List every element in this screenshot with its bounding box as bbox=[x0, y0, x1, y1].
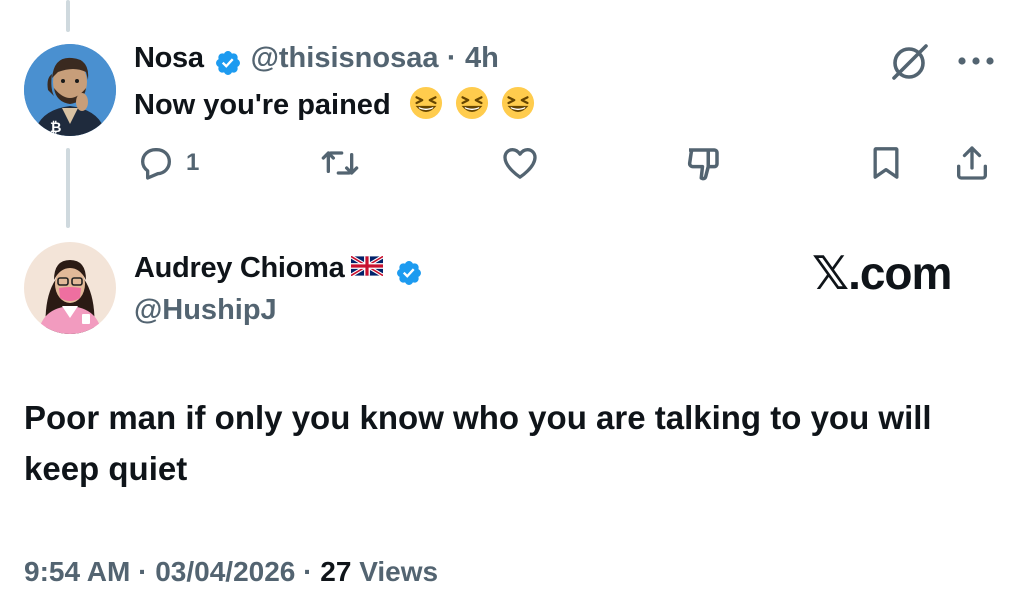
views-label[interactable]: Views bbox=[359, 556, 438, 587]
repost-button[interactable] bbox=[318, 143, 362, 183]
repost-icon bbox=[321, 151, 359, 175]
more-options-icon[interactable] bbox=[956, 54, 996, 72]
main-author-handle[interactable]: @HushipJ bbox=[134, 294, 277, 327]
bookmark-button[interactable] bbox=[866, 143, 906, 183]
laughing-emoji-icon bbox=[501, 86, 534, 120]
share-button[interactable] bbox=[952, 143, 992, 183]
x-logo-icon: 𝕏 bbox=[812, 246, 849, 300]
reply-count: 1 bbox=[186, 149, 200, 176]
main-header: Audrey Chioma bbox=[134, 252, 423, 287]
post-timestamp[interactable]: 9:54 AM bbox=[24, 556, 130, 587]
reply-header: Nosa @thisisnosaa · 4h bbox=[134, 42, 499, 78]
like-button[interactable] bbox=[498, 143, 542, 183]
laughing-emoji-icon bbox=[455, 86, 488, 120]
reply-text: Now you're pained bbox=[134, 89, 391, 121]
author-name[interactable]: Nosa bbox=[134, 42, 204, 74]
verified-badge-icon bbox=[216, 50, 241, 75]
thread-line-bottom bbox=[66, 148, 70, 228]
avatar-audrey[interactable] bbox=[24, 242, 116, 334]
dislike-button[interactable] bbox=[682, 143, 724, 185]
main-tweet-text: Poor man if only you know who you are ta… bbox=[24, 399, 932, 487]
watermark-text: .com bbox=[848, 247, 952, 299]
author-handle[interactable]: @thisisnosaa bbox=[251, 42, 439, 74]
laughing-emoji-icon bbox=[409, 86, 442, 120]
grok-icon[interactable] bbox=[888, 42, 932, 87]
avatar-nosa[interactable]: ₿ bbox=[24, 44, 116, 136]
thread-line-top bbox=[66, 0, 70, 32]
verified-badge-icon bbox=[397, 260, 422, 285]
reply-button[interactable]: 1 bbox=[136, 143, 199, 183]
dot-separator: · bbox=[446, 42, 457, 74]
reply-text-row: Now you're pained bbox=[134, 86, 535, 122]
author-name[interactable]: Audrey Chioma bbox=[134, 252, 345, 284]
post-date[interactable]: 03/04/2026 bbox=[155, 556, 295, 587]
post-time[interactable]: 4h bbox=[465, 42, 499, 74]
bookmark-icon bbox=[873, 147, 899, 179]
share-icon bbox=[957, 146, 987, 180]
heart-icon bbox=[503, 148, 537, 179]
uk-flag-icon bbox=[349, 254, 384, 278]
reply-icon bbox=[141, 148, 171, 180]
dot-separator: · bbox=[303, 556, 313, 587]
thumbs-down-icon bbox=[687, 148, 719, 181]
views-count[interactable]: 27 bbox=[320, 556, 351, 587]
x-com-watermark: 𝕏.com bbox=[812, 246, 952, 300]
svg-text:₿: ₿ bbox=[50, 120, 61, 136]
tweet-meta: 9:54 AM · 03/04/2026 · 27 Views bbox=[24, 556, 438, 588]
dot-separator: · bbox=[138, 556, 148, 587]
